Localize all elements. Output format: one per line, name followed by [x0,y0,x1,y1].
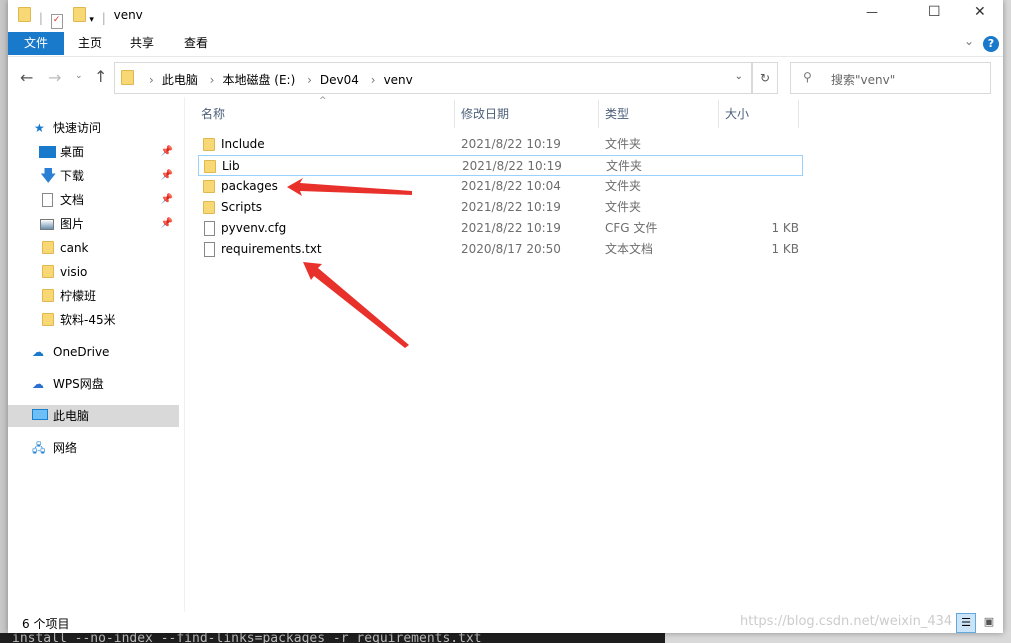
annotation-arrows [287,178,412,348]
arrow-to-packages [287,178,412,196]
arrow-to-requirements [303,262,409,348]
